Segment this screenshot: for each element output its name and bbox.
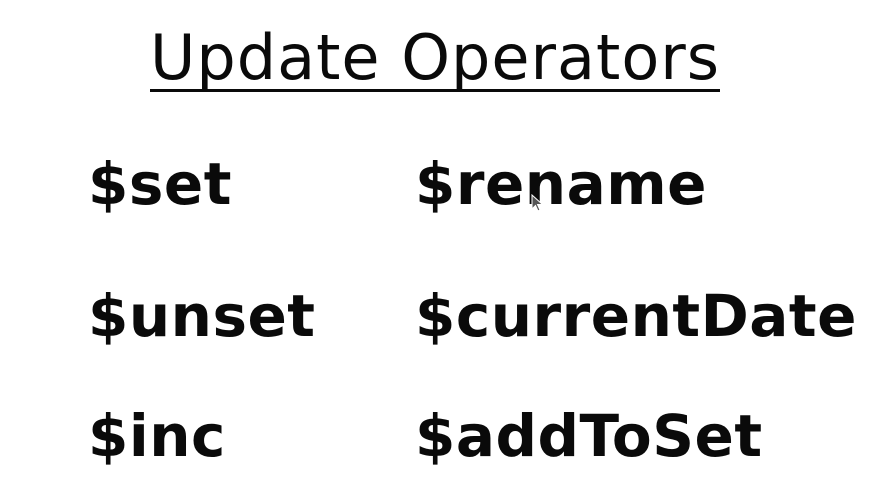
- slide-title: Update Operators: [150, 21, 721, 94]
- title-underline: [150, 89, 720, 92]
- operator-addtoset: $addToSet: [415, 402, 763, 470]
- operator-currentdate: $currentDate: [415, 282, 857, 350]
- operator-unset: $unset: [88, 282, 316, 350]
- mouse-pointer-icon: [531, 194, 544, 212]
- slide: Update Operators $set $unset $inc $renam…: [0, 0, 871, 496]
- operator-inc: $inc: [88, 402, 226, 470]
- operator-rename: $rename: [415, 150, 707, 218]
- operator-set: $set: [88, 150, 232, 218]
